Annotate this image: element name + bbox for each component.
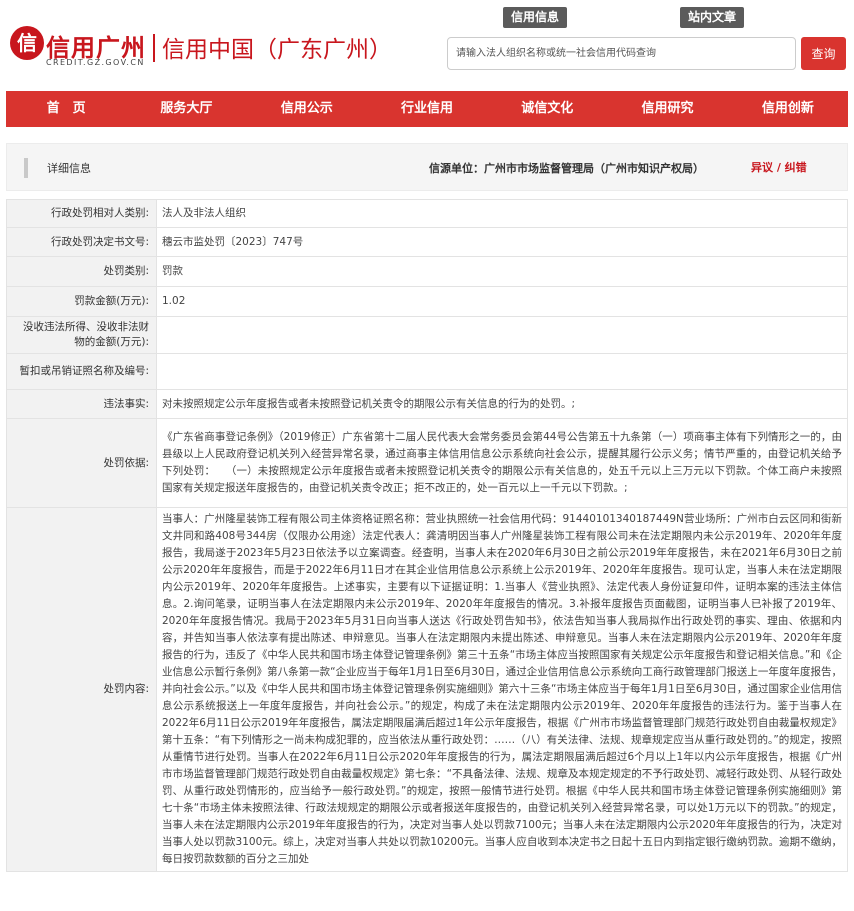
row-label: 处罚内容: <box>6 507 157 872</box>
search-tab-site-articles[interactable]: 站内文章 <box>680 7 745 28</box>
nav-item-credit-publicity[interactable]: 信用公示 <box>247 91 367 127</box>
row-value: 对未按照规定公示年度报告或者未按照登记机关责令的期限公示有关信息的行为的处罚。; <box>156 389 848 419</box>
table-row: 处罚类别: 罚款 <box>6 256 848 287</box>
detail-header-bar: 详细信息 信源单位：广州市市场监督管理局（广州市知识产权局） 异议 / 纠错 <box>6 143 848 191</box>
nav-item-service-hall[interactable]: 服务大厅 <box>126 91 246 127</box>
row-label: 行政处罚相对人类别: <box>6 199 157 228</box>
row-label: 处罚依据: <box>6 418 157 508</box>
nav-item-home[interactable]: 首 页 <box>6 91 126 127</box>
site-name: 信用中国（广东广州） <box>162 37 392 63</box>
row-label: 罚款金额(万元): <box>6 286 157 317</box>
nav-item-credit-research[interactable]: 信用研究 <box>607 91 727 127</box>
search-button[interactable]: 查询 <box>801 37 846 70</box>
row-value: 《广东省商事登记条例》（2019修正）广东省第十二届人民代表大会常务委员会第44… <box>156 418 848 508</box>
detail-title: 详细信息 <box>47 162 91 175</box>
row-value: 1.02 <box>156 286 848 317</box>
logo-divider <box>153 34 155 62</box>
table-row: 行政处罚相对人类别: 法人及非法人组织 <box>6 199 848 228</box>
logo-url: CREDIT.GZ.GOV.CN <box>46 58 145 67</box>
row-value <box>156 316 848 354</box>
table-row: 没收违法所得、没收非法财物的金额(万元): <box>6 316 848 354</box>
table-row: 处罚内容: 当事人：广州隆星装饰工程有限公司主体资格证照名称：营业执照统一社会信… <box>6 507 848 872</box>
row-label: 没收违法所得、没收非法财物的金额(万元): <box>6 316 157 354</box>
table-row: 违法事实: 对未按照规定公示年度报告或者未按照登记机关责令的期限公示有关信息的行… <box>6 389 848 419</box>
penalty-detail-table: 行政处罚相对人类别: 法人及非法人组织 行政处罚决定书文号: 穗云市监处罚〔20… <box>6 199 848 872</box>
detail-source: 信源单位：广州市市场监督管理局（广州市知识产权局） <box>429 162 704 175</box>
row-label: 处罚类别: <box>6 256 157 287</box>
nav-item-integrity-culture[interactable]: 诚信文化 <box>487 91 607 127</box>
table-row: 行政处罚决定书文号: 穗云市监处罚〔2023〕747号 <box>6 227 848 257</box>
objection-correction-link[interactable]: 异议 / 纠错 <box>751 159 807 175</box>
table-row: 暂扣或吊销证照名称及编号: <box>6 353 848 390</box>
row-value: 法人及非法人组织 <box>156 199 848 228</box>
row-value <box>156 353 848 390</box>
logo-emblem-icon: 信 <box>10 26 44 60</box>
detail-accent-bar <box>24 158 28 178</box>
nav-item-credit-innovation[interactable]: 信用创新 <box>728 91 848 127</box>
main-nav: 首 页 服务大厅 信用公示 行业信用 诚信文化 信用研究 信用创新 <box>6 91 848 127</box>
site-logo[interactable]: 信 信用广州 CREDIT.GZ.GOV.CN <box>10 24 150 72</box>
row-label: 行政处罚决定书文号: <box>6 227 157 257</box>
row-value: 罚款 <box>156 256 848 287</box>
row-label: 违法事实: <box>6 389 157 419</box>
row-label: 暂扣或吊销证照名称及编号: <box>6 353 157 390</box>
nav-item-industry-credit[interactable]: 行业信用 <box>367 91 487 127</box>
search-input[interactable] <box>447 37 796 70</box>
row-value: 当事人：广州隆星装饰工程有限公司主体资格证照名称：营业执照统一社会信用代码：91… <box>156 507 848 872</box>
site-header: 信 信用广州 CREDIT.GZ.GOV.CN 信用中国（广东广州） 信用信息 … <box>0 0 854 88</box>
search-tab-credit-info[interactable]: 信用信息 <box>503 7 568 28</box>
row-value: 穗云市监处罚〔2023〕747号 <box>156 227 848 257</box>
table-row: 罚款金额(万元): 1.02 <box>6 286 848 317</box>
table-row: 处罚依据: 《广东省商事登记条例》（2019修正）广东省第十二届人民代表大会常务… <box>6 418 848 508</box>
